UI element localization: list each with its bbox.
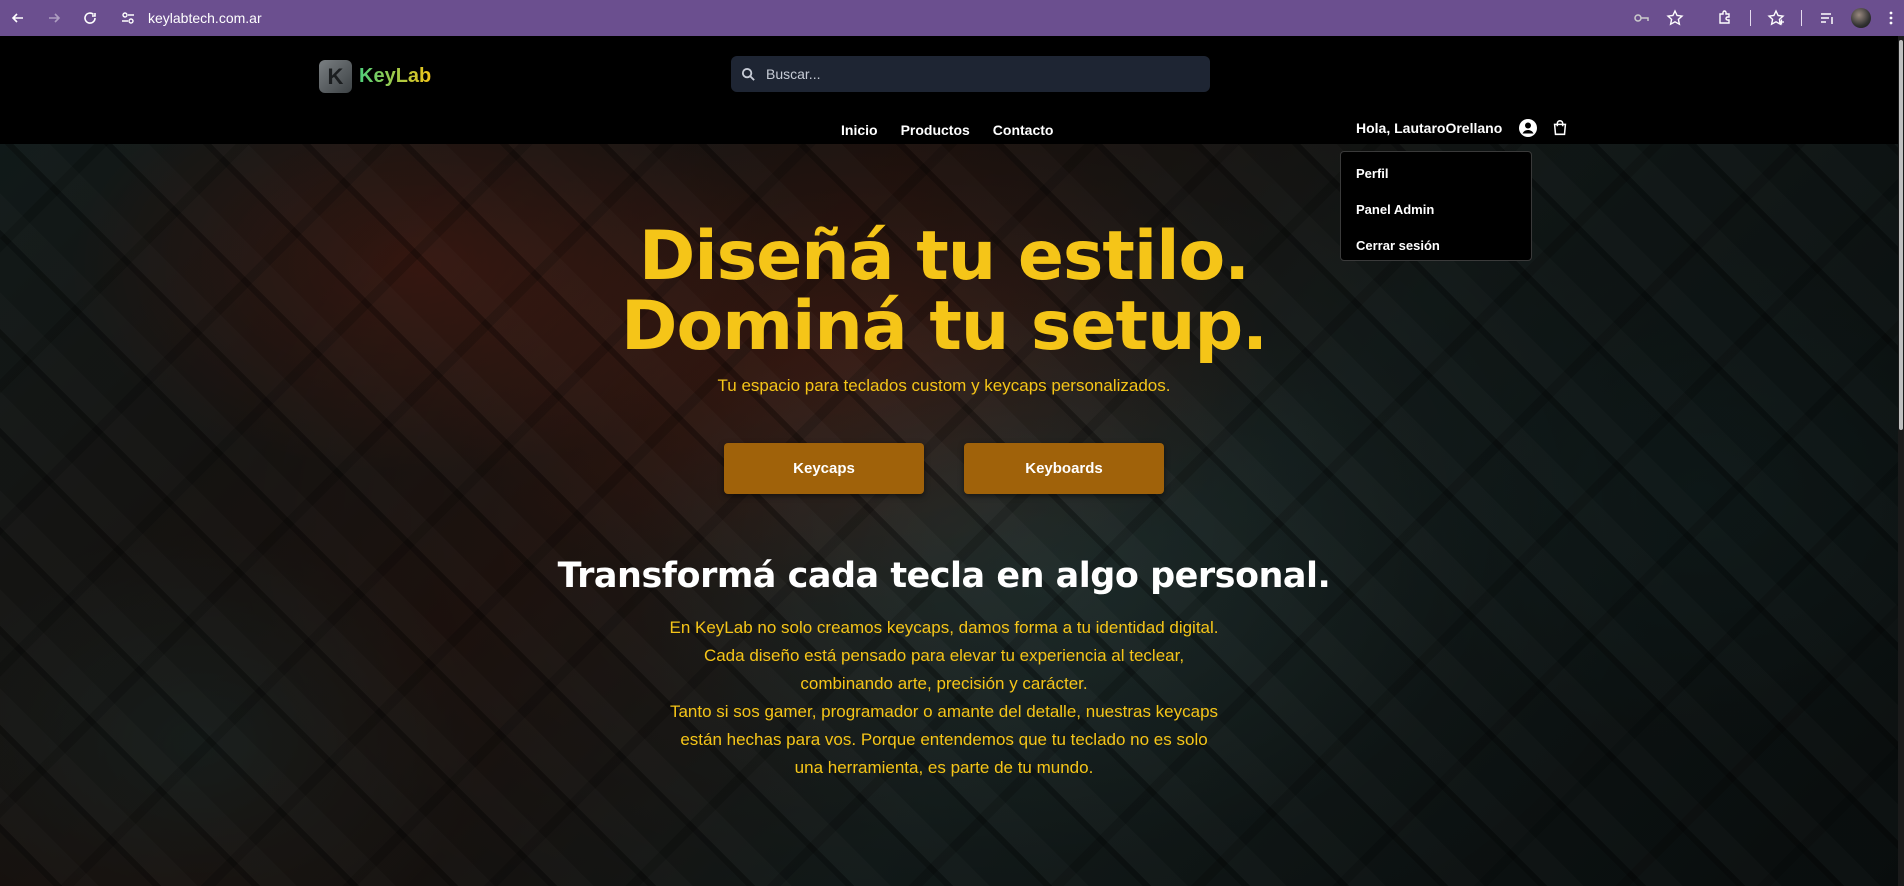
site-header: K KeyLab Inicio Productos Contacto Hola,…	[0, 36, 1898, 144]
paragraph-line: Cada diseño está pensado para elevar tu …	[703, 646, 1185, 665]
menu-item-perfil[interactable]: Perfil	[1341, 158, 1531, 194]
logo-icon: K	[319, 60, 352, 93]
back-icon[interactable]	[0, 0, 36, 36]
site-info-icon[interactable]	[114, 4, 142, 32]
address-bar-url[interactable]: keylabtech.com.ar	[148, 10, 262, 26]
reload-icon[interactable]	[72, 0, 108, 36]
user-dropdown-menu: Perfil Panel Admin Cerrar sesión	[1340, 151, 1532, 261]
bookmarks-icon[interactable]	[1759, 0, 1793, 36]
keycaps-button[interactable]: Keycaps	[724, 443, 924, 494]
search-icon	[741, 67, 755, 81]
site-logo[interactable]: K KeyLab	[319, 60, 431, 93]
user-account-icon[interactable]	[1518, 118, 1538, 138]
main-nav: Inicio Productos Contacto	[841, 122, 1076, 138]
keyboards-button[interactable]: Keyboards	[964, 443, 1164, 494]
nav-productos[interactable]: Productos	[901, 122, 970, 138]
hero-content: Diseñá tu estilo. Dominá tu setup. Tu es…	[0, 144, 1898, 886]
paragraph-line: están hechas para vos. Porque entendemos…	[680, 730, 1208, 749]
user-area: Hola, LautaroOrellano	[1356, 116, 1570, 140]
profile-avatar[interactable]	[1844, 0, 1878, 36]
paragraph-line: combinando arte, precisión y carácter.	[800, 674, 1088, 693]
menu-item-panel-admin[interactable]: Panel Admin	[1341, 194, 1531, 230]
forward-icon[interactable]	[36, 0, 72, 36]
hero-buttons: Keycaps Keyboards	[724, 443, 1164, 494]
shopping-bag-icon[interactable]	[1550, 118, 1570, 138]
web-page: K KeyLab Inicio Productos Contacto Hola,…	[0, 36, 1904, 886]
nav-inicio[interactable]: Inicio	[841, 122, 878, 138]
nav-contacto[interactable]: Contacto	[993, 122, 1054, 138]
hero-title-line-2: Dominá tu setup.	[621, 287, 1268, 366]
toolbar-divider	[1750, 10, 1751, 26]
paragraph-line: Tanto si sos gamer, programador o amante…	[669, 702, 1219, 721]
hero-tagline: Tu espacio para teclados custom y keycap…	[717, 376, 1171, 395]
user-greeting[interactable]: Hola, LautaroOrellano	[1356, 120, 1502, 136]
logo-text: KeyLab	[359, 65, 432, 87]
reading-list-icon[interactable]	[1810, 0, 1844, 36]
extensions-icon[interactable]	[1708, 0, 1742, 36]
hero-title-line-1: Diseñá tu estilo.	[638, 217, 1250, 296]
menu-item-cerrar-sesion[interactable]: Cerrar sesión	[1341, 230, 1531, 266]
password-key-icon[interactable]	[1624, 0, 1658, 36]
paragraph-line: En KeyLab no solo creamos keycaps, damos…	[669, 618, 1219, 637]
section-subtitle: Transformá cada tecla en algo personal.	[557, 556, 1331, 596]
paragraph-line: una herramienta, es parte de tu mundo.	[794, 758, 1094, 777]
toolbar-divider	[1801, 10, 1802, 26]
browser-toolbar: keylabtech.com.ar	[0, 0, 1904, 36]
more-menu-icon[interactable]	[1878, 0, 1904, 36]
hero-title: Diseñá tu estilo. Dominá tu setup.	[0, 222, 1888, 362]
search-bar	[731, 56, 1210, 92]
search-input[interactable]	[766, 66, 1186, 82]
intro-paragraph: En KeyLab no solo creamos keycaps, damos…	[0, 614, 1888, 782]
page-scrollbar[interactable]	[1898, 36, 1904, 886]
bookmark-star-icon[interactable]	[1658, 0, 1692, 36]
